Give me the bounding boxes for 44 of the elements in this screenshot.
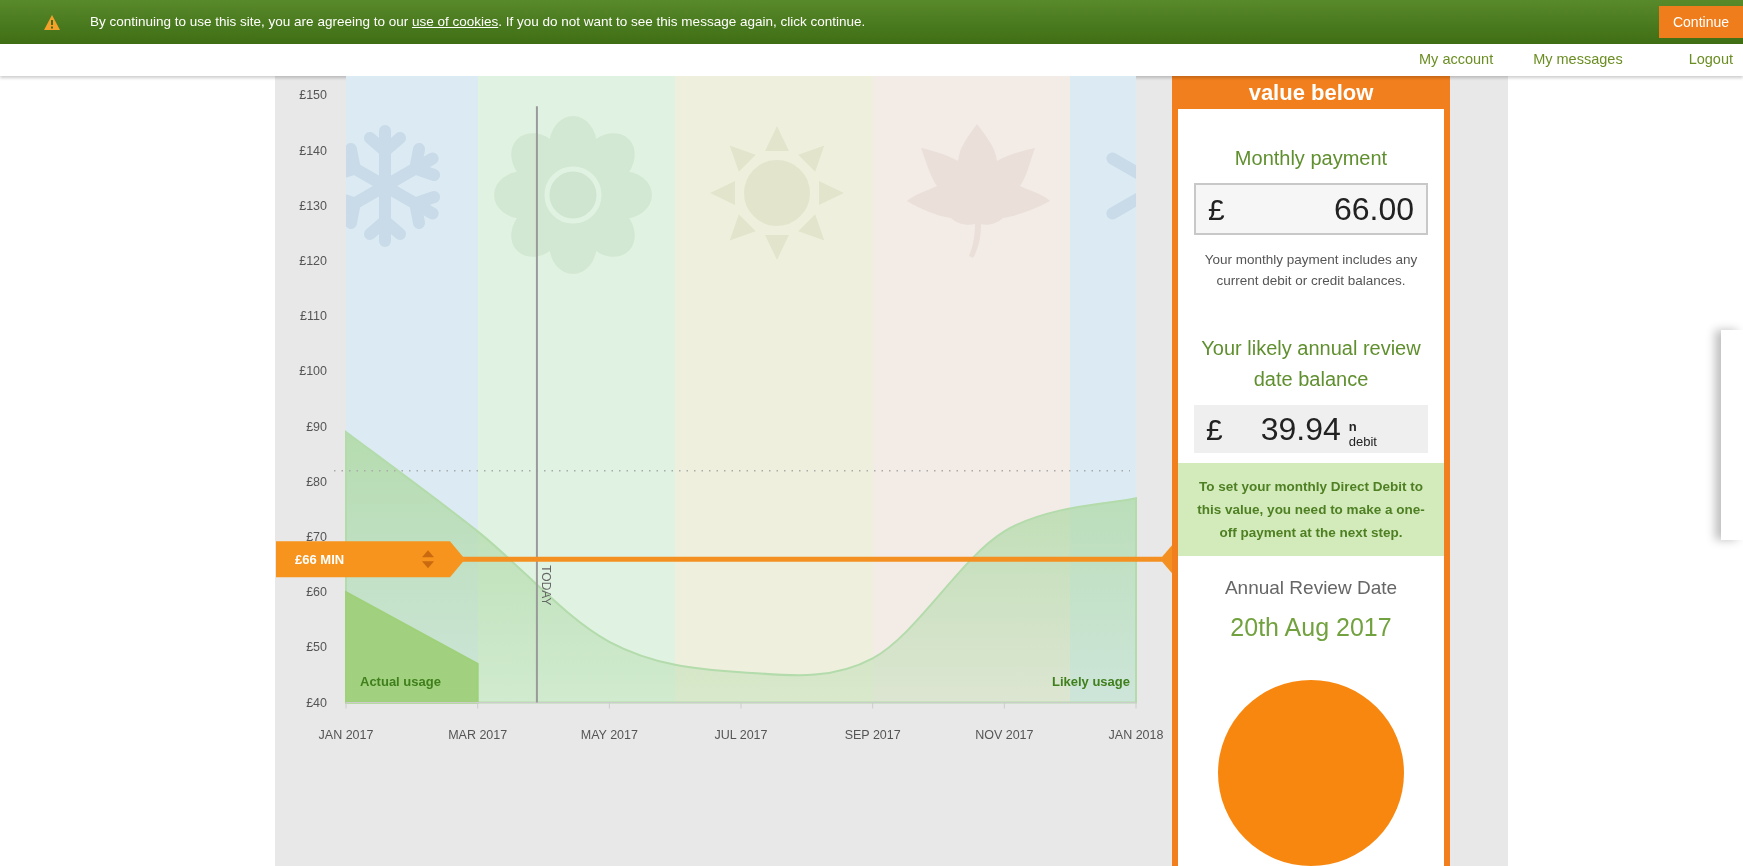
- y-axis-label: £130: [299, 198, 327, 213]
- y-axis-label: £100: [299, 364, 327, 379]
- y-axis-label: £120: [299, 253, 327, 268]
- x-axis-label: MAR 2017: [448, 727, 508, 742]
- nav-link[interactable]: Logout: [1688, 49, 1733, 71]
- x-axis-label: JAN 2017: [318, 727, 374, 742]
- panel-title: Your likely annual review date balance: [1200, 336, 1422, 392]
- y-axis-label: £110: [300, 309, 327, 324]
- y-axis-label: £50: [306, 640, 327, 655]
- y-axis-label: £90: [306, 419, 327, 434]
- nav-link[interactable]: My account: [1419, 49, 1494, 71]
- x-axis-label: JAN 2018: [1108, 727, 1164, 742]
- monthly-payment-field[interactable]: £ 66.00: [1194, 183, 1428, 235]
- today-label: TODAY: [538, 565, 553, 606]
- x-axis-label: MAY 2017: [580, 727, 638, 742]
- panel-header: value below: [1178, 76, 1444, 109]
- sort-arrows-icon: [422, 550, 434, 569]
- slider-handle[interactable]: £66 MIN: [276, 541, 465, 578]
- continue-button[interactable]: Continue: [1658, 6, 1743, 38]
- series-label: Actual usage: [360, 673, 441, 689]
- balance-type: debit: [1348, 434, 1377, 449]
- y-axis-label: £80: [306, 474, 327, 489]
- y-axis-label: £40: [306, 695, 327, 710]
- payment-value: 66.00: [1333, 190, 1414, 229]
- warning-icon: [44, 14, 60, 30]
- x-axis-label: JUL 2017: [714, 727, 768, 742]
- currency-symbol: £: [1206, 411, 1223, 448]
- y-axis-label: £140: [299, 143, 327, 158]
- cookie-message: By continuing to use this site, you are agreeing to our use of cookies. If you do not want to see this message again, click continue.: [90, 12, 866, 31]
- nav-link[interactable]: My messages: [1533, 49, 1623, 71]
- y-axis-label: £70: [306, 529, 327, 544]
- x-axis-label: SEP 2017: [844, 727, 901, 742]
- series-label: Likely usage: [1051, 673, 1130, 689]
- review-title: Annual Review Date: [1224, 576, 1398, 600]
- y-axis-label: £150: [299, 88, 327, 103]
- balance-value: 39.94: [1260, 410, 1341, 449]
- balance-suffix: n: [1348, 419, 1357, 434]
- monthly-note: Your monthly payment includes any current debit or credit balances.: [1203, 251, 1419, 290]
- currency-symbol: £: [1208, 191, 1225, 228]
- panel-title: Monthly payment: [1234, 146, 1388, 171]
- y-axis-label: £60: [306, 585, 327, 600]
- review-date: 20th Aug 2017: [1230, 611, 1392, 643]
- x-axis-label: NOV 2017: [975, 727, 1034, 742]
- payment-notice: To set your monthly Direct Debit to this value, you need to make a one-off payment at the next step.: [1178, 463, 1444, 556]
